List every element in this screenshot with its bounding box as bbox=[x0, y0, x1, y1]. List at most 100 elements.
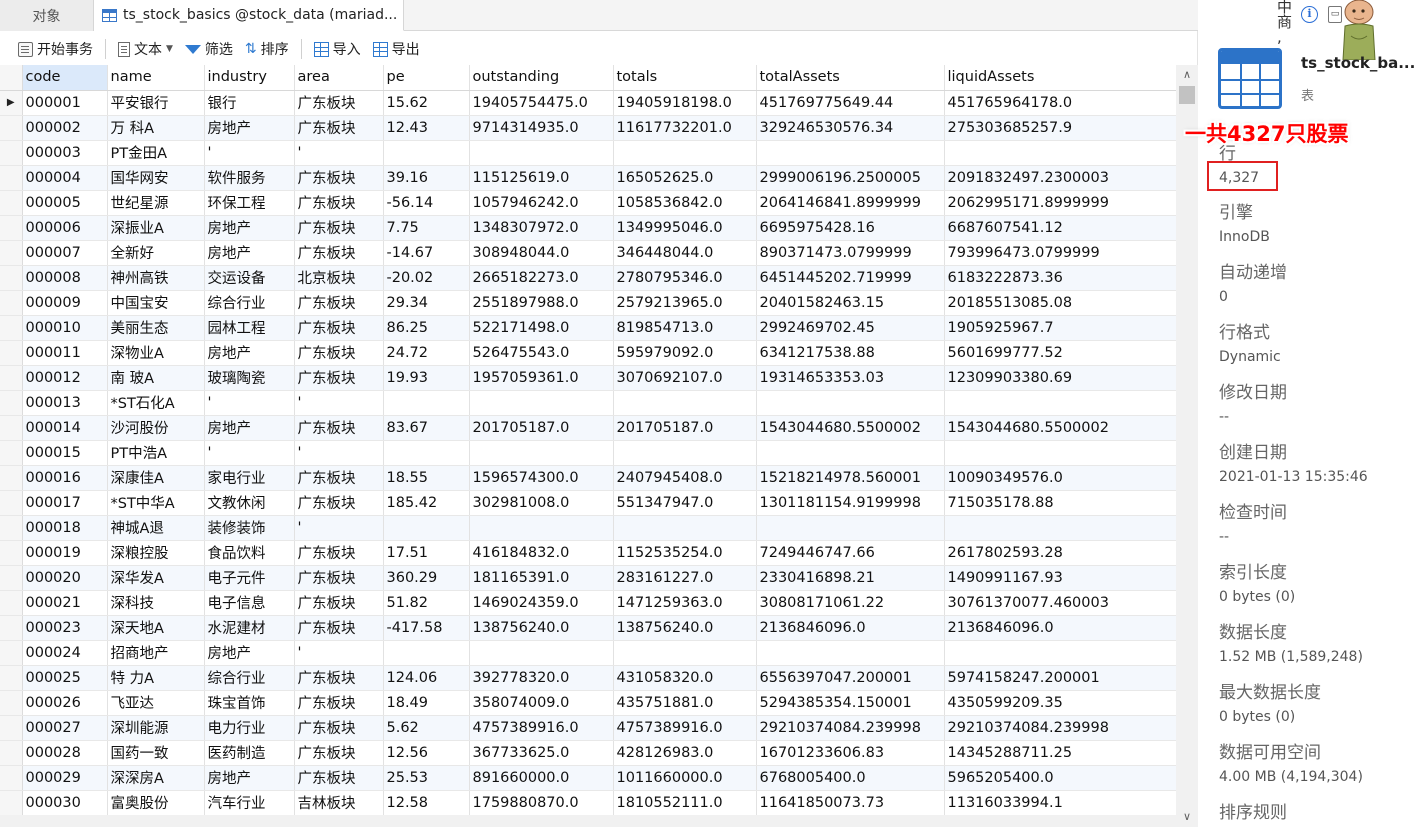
table-cell[interactable]: 广东板块 bbox=[294, 665, 384, 691]
table-cell[interactable] bbox=[469, 140, 614, 166]
table-cell[interactable]: 综合行业 bbox=[204, 290, 295, 316]
table-cell[interactable]: 平安银行 bbox=[107, 90, 205, 116]
table-row[interactable]: 000012 南 玻A 玻璃陶瓷 广东板块 19.93 1957059361.0 30706… bbox=[0, 365, 1176, 391]
table-cell[interactable]: 医药制造 bbox=[204, 740, 295, 766]
column-header[interactable]: name bbox=[107, 65, 205, 91]
table-cell[interactable]: 2136846096.0 bbox=[756, 615, 945, 641]
table-cell[interactable]: *ST石化A bbox=[107, 390, 205, 416]
table-cell[interactable]: 国药一致 bbox=[107, 740, 205, 766]
table-cell[interactable] bbox=[469, 640, 614, 666]
table-cell[interactable] bbox=[756, 640, 945, 666]
table-cell[interactable]: 51.82 bbox=[383, 590, 470, 616]
table-cell[interactable]: 深天地A bbox=[107, 615, 205, 641]
table-cell[interactable]: 北京板块 bbox=[294, 265, 384, 291]
table-cell[interactable]: 中国宝安 bbox=[107, 290, 205, 316]
table-cell[interactable] bbox=[756, 140, 945, 166]
table-cell[interactable]: 11316033994.1 bbox=[944, 790, 1176, 815]
table-cell[interactable]: 招商地产 bbox=[107, 640, 205, 666]
table-cell[interactable]: 11617732201.0 bbox=[613, 115, 757, 141]
table-cell[interactable]: 家电行业 bbox=[204, 465, 295, 491]
row-indicator[interactable] bbox=[0, 115, 23, 141]
table-cell[interactable]: 29210374084.239998 bbox=[944, 715, 1176, 741]
scroll-thumb[interactable] bbox=[1179, 86, 1195, 104]
text-button[interactable]: 文本 ▼ bbox=[112, 36, 179, 62]
column-header[interactable]: pe bbox=[383, 65, 470, 91]
vertical-scrollbar[interactable]: ∧ ∨ bbox=[1176, 65, 1198, 827]
table-row[interactable]: 000029 深深房A 房地产 广东板块 25.53 891660000.0 1011660… bbox=[0, 765, 1176, 791]
table-cell[interactable] bbox=[756, 390, 945, 416]
table-cell[interactable]: 358074009.0 bbox=[469, 690, 614, 716]
column-header[interactable]: liquidAssets bbox=[944, 65, 1176, 91]
table-cell[interactable]: 000006 bbox=[22, 215, 108, 241]
row-indicator[interactable] bbox=[0, 215, 23, 241]
table-cell[interactable]: 29.34 bbox=[383, 290, 470, 316]
table-cell[interactable]: 广东板块 bbox=[294, 90, 384, 116]
row-indicator[interactable]: ▶ bbox=[0, 90, 23, 116]
table-cell[interactable]: 沙河股份 bbox=[107, 415, 205, 441]
import-button[interactable]: 导入 bbox=[308, 36, 367, 62]
begin-transaction-button[interactable]: 开始事务 bbox=[12, 36, 99, 62]
table-cell[interactable]: 电子元件 bbox=[204, 565, 295, 591]
table-cell[interactable]: 416184832.0 bbox=[469, 540, 614, 566]
table-cell[interactable]: 广东板块 bbox=[294, 565, 384, 591]
table-cell[interactable]: 30808171061.22 bbox=[756, 590, 945, 616]
table-cell[interactable]: 1349995046.0 bbox=[613, 215, 757, 241]
table-cell[interactable] bbox=[944, 640, 1176, 666]
table-cell[interactable]: 1057946242.0 bbox=[469, 190, 614, 216]
row-indicator[interactable] bbox=[0, 565, 23, 591]
table-cell[interactable]: 珠宝首饰 bbox=[204, 690, 295, 716]
table-cell[interactable]: 1905925967.7 bbox=[944, 315, 1176, 341]
table-cell[interactable]: 000030 bbox=[22, 790, 108, 815]
table-cell[interactable]: 000011 bbox=[22, 340, 108, 366]
row-indicator[interactable] bbox=[0, 665, 23, 691]
scroll-down-icon[interactable]: ∨ bbox=[1176, 807, 1198, 827]
table-cell[interactable]: 5965205400.0 bbox=[944, 765, 1176, 791]
table-cell[interactable]: 115125619.0 bbox=[469, 165, 614, 191]
table-cell[interactable]: 000019 bbox=[22, 540, 108, 566]
table-row[interactable]: 000016 深康佳A 家电行业 广东板块 18.55 1596574300.0 24079… bbox=[0, 465, 1176, 491]
table-cell[interactable]: 深康佳A bbox=[107, 465, 205, 491]
table-cell[interactable] bbox=[469, 390, 614, 416]
table-cell[interactable]: 广东板块 bbox=[294, 540, 384, 566]
table-row[interactable]: ▶ 000001 平安银行 银行 广东板块 15.62 19405754475.0 19405… bbox=[0, 90, 1176, 116]
table-cell[interactable]: ' bbox=[294, 390, 384, 416]
table-cell[interactable]: 房地产 bbox=[204, 765, 295, 791]
table-cell[interactable]: 890371473.0799999 bbox=[756, 240, 945, 266]
scroll-up-icon[interactable]: ∧ bbox=[1176, 65, 1198, 85]
table-cell[interactable] bbox=[383, 390, 470, 416]
tab-table-data[interactable]: ts_stock_basics @stock_data (mariad... bbox=[94, 0, 404, 31]
table-cell[interactable]: 神州高铁 bbox=[107, 265, 205, 291]
row-indicator[interactable] bbox=[0, 715, 23, 741]
row-indicator[interactable] bbox=[0, 765, 23, 791]
table-cell[interactable]: 9714314935.0 bbox=[469, 115, 614, 141]
table-cell[interactable]: 19.93 bbox=[383, 365, 470, 391]
table-row[interactable]: 000030 富奥股份 汽车行业 吉林板块 12.58 1759880870.0 18105… bbox=[0, 790, 1176, 815]
table-cell[interactable]: 广东板块 bbox=[294, 590, 384, 616]
table-cell[interactable]: 深物业A bbox=[107, 340, 205, 366]
row-indicator[interactable] bbox=[0, 265, 23, 291]
table-cell[interactable]: 275303685257.9 bbox=[944, 115, 1176, 141]
table-row[interactable]: 000021 深科技 电子信息 广东板块 51.82 1469024359.0 147125… bbox=[0, 590, 1176, 616]
table-cell[interactable]: 富奥股份 bbox=[107, 790, 205, 815]
table-cell[interactable]: 12309903380.69 bbox=[944, 365, 1176, 391]
table-cell[interactable]: 玻璃陶瓷 bbox=[204, 365, 295, 391]
table-cell[interactable]: 000029 bbox=[22, 765, 108, 791]
table-cell[interactable]: 南 玻A bbox=[107, 365, 205, 391]
row-indicator[interactable] bbox=[0, 290, 23, 316]
table-cell[interactable]: 广东板块 bbox=[294, 740, 384, 766]
row-indicator[interactable] bbox=[0, 465, 23, 491]
table-cell[interactable]: 000025 bbox=[22, 665, 108, 691]
column-header[interactable]: area bbox=[294, 65, 384, 91]
row-indicator[interactable] bbox=[0, 190, 23, 216]
table-cell[interactable]: 165052625.0 bbox=[613, 165, 757, 191]
table-cell[interactable] bbox=[383, 440, 470, 466]
row-indicator[interactable] bbox=[0, 340, 23, 366]
table-cell[interactable]: 000024 bbox=[22, 640, 108, 666]
table-cell[interactable]: 广东板块 bbox=[294, 690, 384, 716]
table-cell[interactable]: 000013 bbox=[22, 390, 108, 416]
table-cell[interactable]: 交运设备 bbox=[204, 265, 295, 291]
table-row[interactable]: 000015 PT中浩A ' ' bbox=[0, 440, 1176, 466]
table-cell[interactable]: 2062995171.8999999 bbox=[944, 190, 1176, 216]
table-cell[interactable]: 深振业A bbox=[107, 215, 205, 241]
table-cell[interactable]: 000003 bbox=[22, 140, 108, 166]
